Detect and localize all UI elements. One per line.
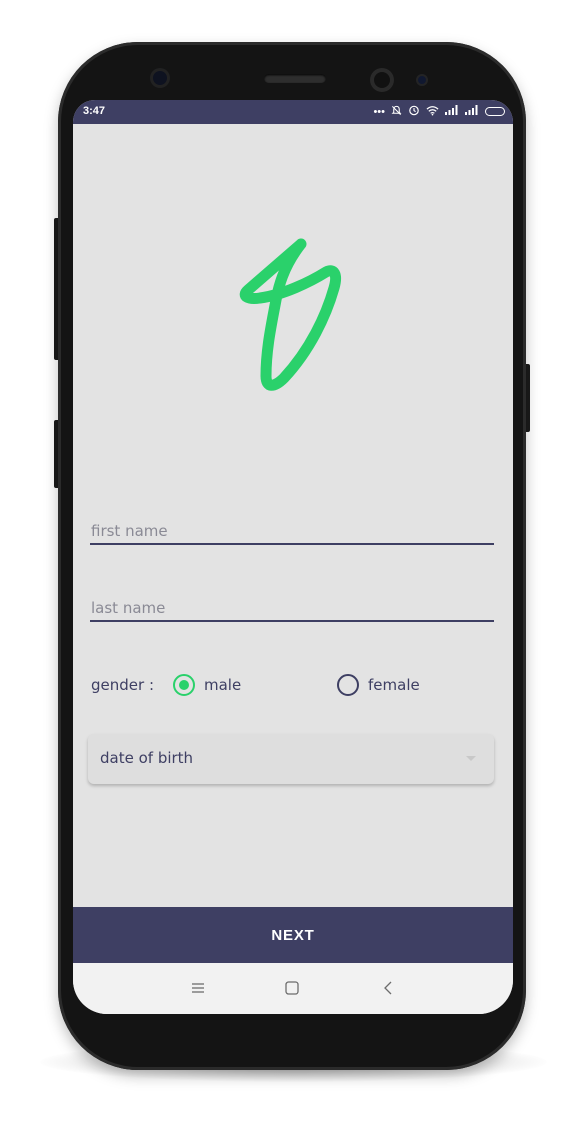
- next-button[interactable]: NEXT: [73, 907, 513, 963]
- front-sensor: [150, 68, 170, 88]
- radio-female-label[interactable]: female: [368, 676, 420, 694]
- signal-icon: [445, 105, 459, 118]
- radio-female[interactable]: [337, 674, 359, 696]
- home-icon[interactable]: [277, 975, 307, 1001]
- alarm-icon: [408, 104, 420, 119]
- radio-male[interactable]: [173, 674, 195, 696]
- last-name-placeholder: last name: [91, 599, 166, 617]
- radio-male-label[interactable]: male: [204, 676, 241, 694]
- front-camera: [370, 68, 394, 92]
- date-of-birth-dropdown[interactable]: date of birth: [88, 734, 494, 784]
- more-icon: •••: [373, 105, 385, 118]
- system-nav-bar: [73, 963, 513, 1014]
- battery-icon: [485, 107, 505, 116]
- dropdown-arrow-icon: [466, 756, 476, 761]
- signal-icon: [465, 105, 479, 118]
- gender-label: gender :: [91, 676, 154, 694]
- mute-icon: [391, 105, 402, 119]
- status-icons: •••: [373, 104, 505, 119]
- menu-icon[interactable]: [183, 975, 213, 1001]
- date-of-birth-label: date of birth: [100, 749, 194, 767]
- first-name-placeholder: first name: [91, 522, 168, 540]
- earpiece-speaker: [264, 74, 326, 83]
- app-logo: [239, 238, 342, 391]
- screen: 3:47 ••• first name last name gender: m…: [73, 100, 513, 1014]
- back-icon[interactable]: [373, 975, 403, 1001]
- last-name-field[interactable]: last name: [90, 597, 494, 623]
- first-name-underline: [90, 543, 494, 545]
- first-name-field[interactable]: first name: [90, 520, 494, 546]
- status-bar: 3:47 •••: [73, 100, 513, 124]
- wifi-icon: [426, 105, 439, 119]
- last-name-underline: [90, 620, 494, 622]
- status-time: 3:47: [83, 105, 106, 117]
- iris-sensor: [416, 74, 428, 86]
